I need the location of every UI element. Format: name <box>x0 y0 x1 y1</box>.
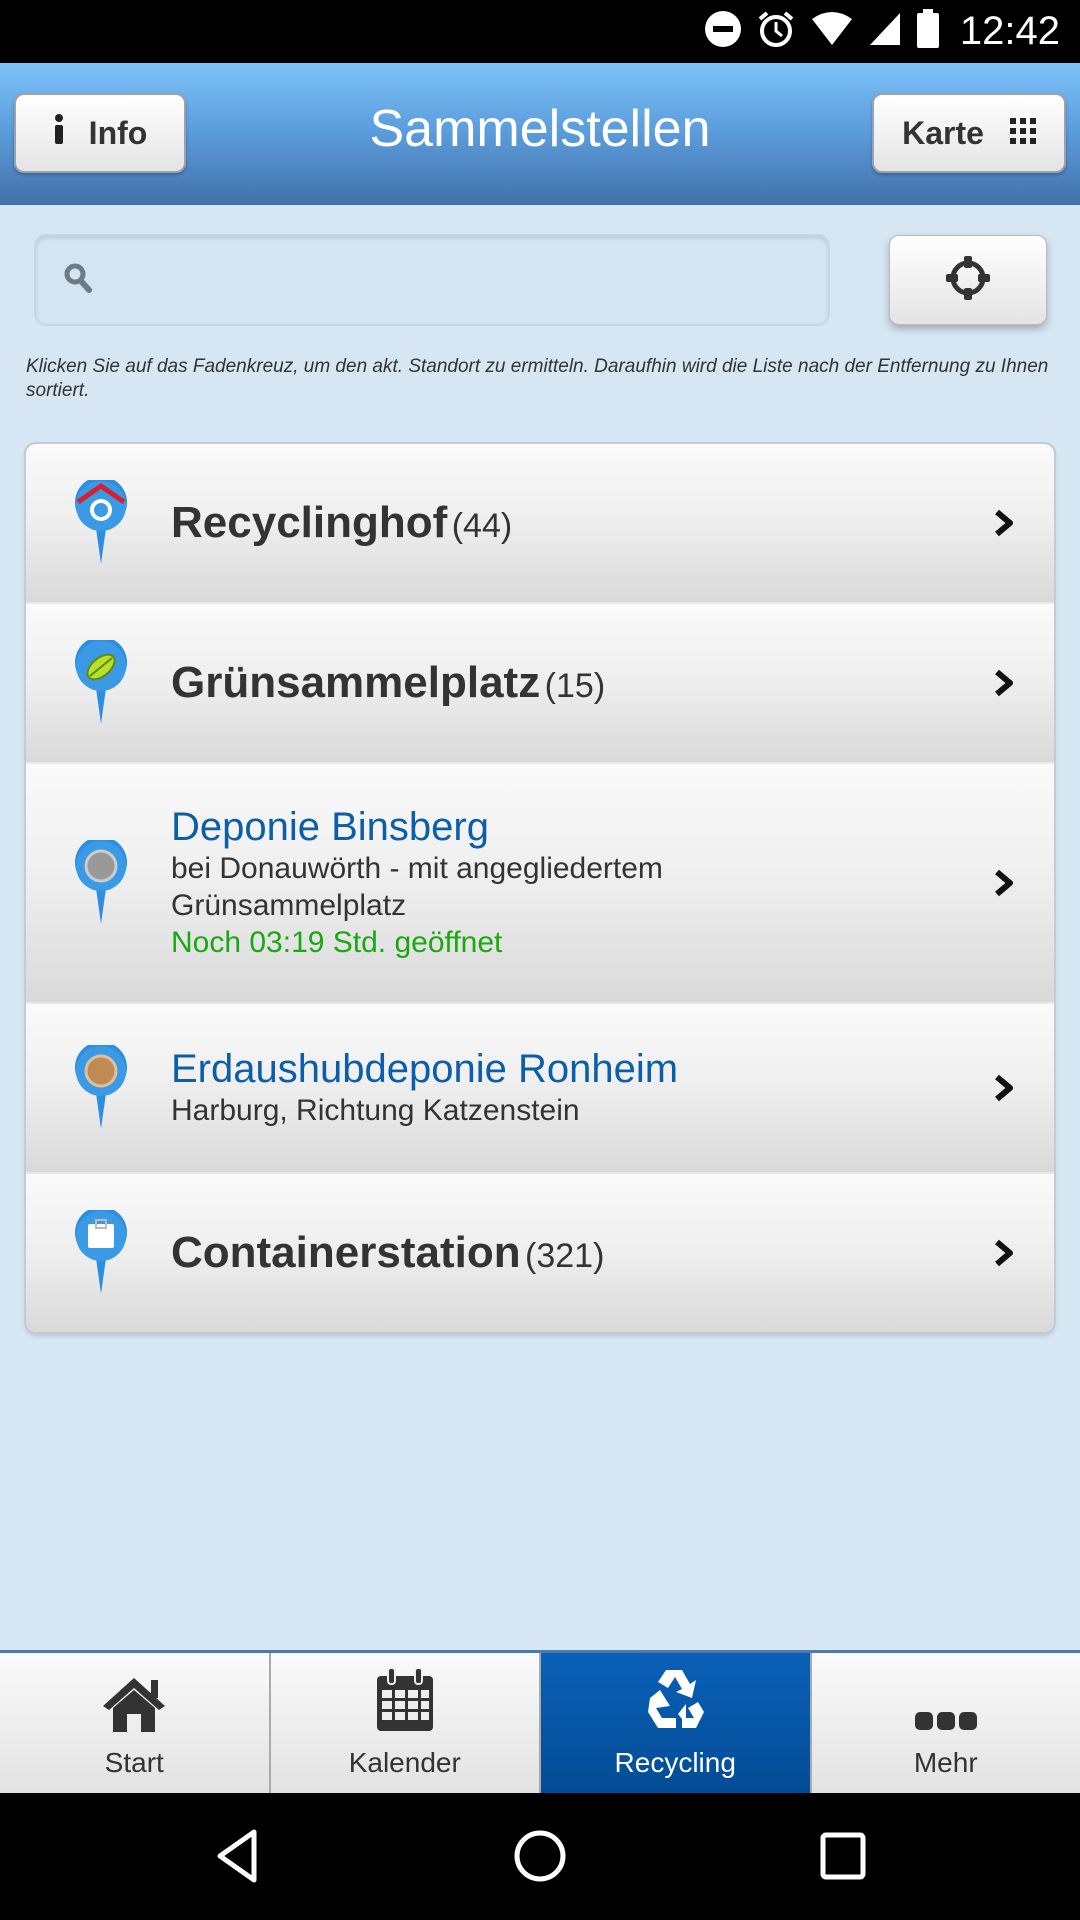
tab-label: Kalender <box>348 1747 461 1778</box>
app-header: Info Sammelstellen Karte <box>0 63 1080 205</box>
item-title: Recyclinghof <box>171 498 448 547</box>
location-hint: Klicken Sie auf das Fadenkreuz, um den a… <box>26 356 1049 401</box>
calendar-icon <box>376 1667 434 1747</box>
tab-kalender[interactable]: Kalender <box>270 1653 541 1793</box>
wifi-icon <box>810 11 854 52</box>
home-nav-button[interactable] <box>505 1823 575 1893</box>
chevron-right-icon <box>992 508 1016 538</box>
list-item-recyclinghof[interactable]: Recyclinghof (44) <box>26 444 1054 604</box>
chevron-right-icon <box>992 1073 1016 1103</box>
status-bar: 12:42 <box>0 0 1080 63</box>
tab-label: Start <box>104 1747 164 1778</box>
tab-mehr[interactable]: Mehr <box>811 1653 1080 1793</box>
brown-pin-icon <box>74 1041 128 1131</box>
chevron-right-icon <box>992 868 1016 898</box>
back-button[interactable] <box>202 1823 272 1893</box>
list-item-deponie-binsberg[interactable]: Deponie Binsberg bei Donauwörth - mit an… <box>26 764 1054 1004</box>
recyclinghof-pin-icon <box>74 476 128 566</box>
recycle-icon <box>642 1666 708 1747</box>
tab-recycling[interactable]: Recycling <box>541 1653 812 1793</box>
recents-icon <box>820 1832 866 1885</box>
item-subtitle: Harburg, Richtung Katzenstein <box>171 1094 580 1127</box>
item-count: (321) <box>525 1237 605 1275</box>
search-field[interactable] <box>34 234 830 326</box>
map-button-label: Karte <box>902 114 984 151</box>
container-pin-icon <box>74 1206 128 1296</box>
chevron-right-icon <box>992 668 1016 698</box>
list-item-containerstation[interactable]: Containerstation (321) <box>26 1174 1054 1332</box>
collection-points-list: Recyclinghof (44) Grünsammelplatz (15) D… <box>26 444 1054 1332</box>
item-title: Erdaushubdeponie Ronheim <box>171 1047 679 1091</box>
home-icon <box>101 1676 167 1747</box>
battery-icon <box>916 9 940 54</box>
cell-signal-icon <box>868 11 902 52</box>
item-title: Grünsammelplatz <box>171 658 541 707</box>
grey-pin-icon <box>74 836 128 926</box>
item-count: (15) <box>544 667 606 705</box>
do-not-disturb-icon <box>704 10 742 53</box>
map-button[interactable]: Karte <box>872 93 1066 173</box>
recents-button[interactable] <box>808 1823 878 1893</box>
back-icon <box>214 1829 260 1888</box>
search-icon <box>64 263 92 298</box>
item-count: (44) <box>451 507 513 545</box>
tab-label: Recycling <box>614 1747 736 1778</box>
item-title: Deponie Binsberg <box>171 805 489 849</box>
tab-start[interactable]: Start <box>0 1653 271 1793</box>
leaf-pin-icon <box>74 636 128 726</box>
home-circle-icon <box>513 1829 567 1888</box>
tab-label: Mehr <box>913 1747 978 1778</box>
crosshair-icon <box>944 254 992 307</box>
bottom-tab-bar: Start Kalender Recycling Mehr <box>0 1650 1080 1793</box>
list-item-erdaushubdeponie-ronheim[interactable]: Erdaushubdeponie Ronheim Harburg, Richtu… <box>26 1004 1054 1174</box>
item-subtitle: bei Donauwörth - mit angegliedertem Grün… <box>171 852 663 922</box>
chevron-right-icon <box>992 1238 1016 1268</box>
more-icon <box>914 1710 977 1747</box>
item-title: Containerstation <box>171 1228 521 1277</box>
list-item-gruensammelplatz[interactable]: Grünsammelplatz (15) <box>26 604 1054 764</box>
grid-icon <box>1009 115 1036 152</box>
clock: 12:42 <box>959 9 1060 53</box>
locate-button[interactable] <box>889 235 1047 325</box>
system-navigation-bar <box>0 1793 1080 1920</box>
alarm-icon <box>756 9 796 54</box>
search-input[interactable] <box>112 236 828 324</box>
opening-status: Noch 03:19 Std. geöffnet <box>171 926 503 959</box>
